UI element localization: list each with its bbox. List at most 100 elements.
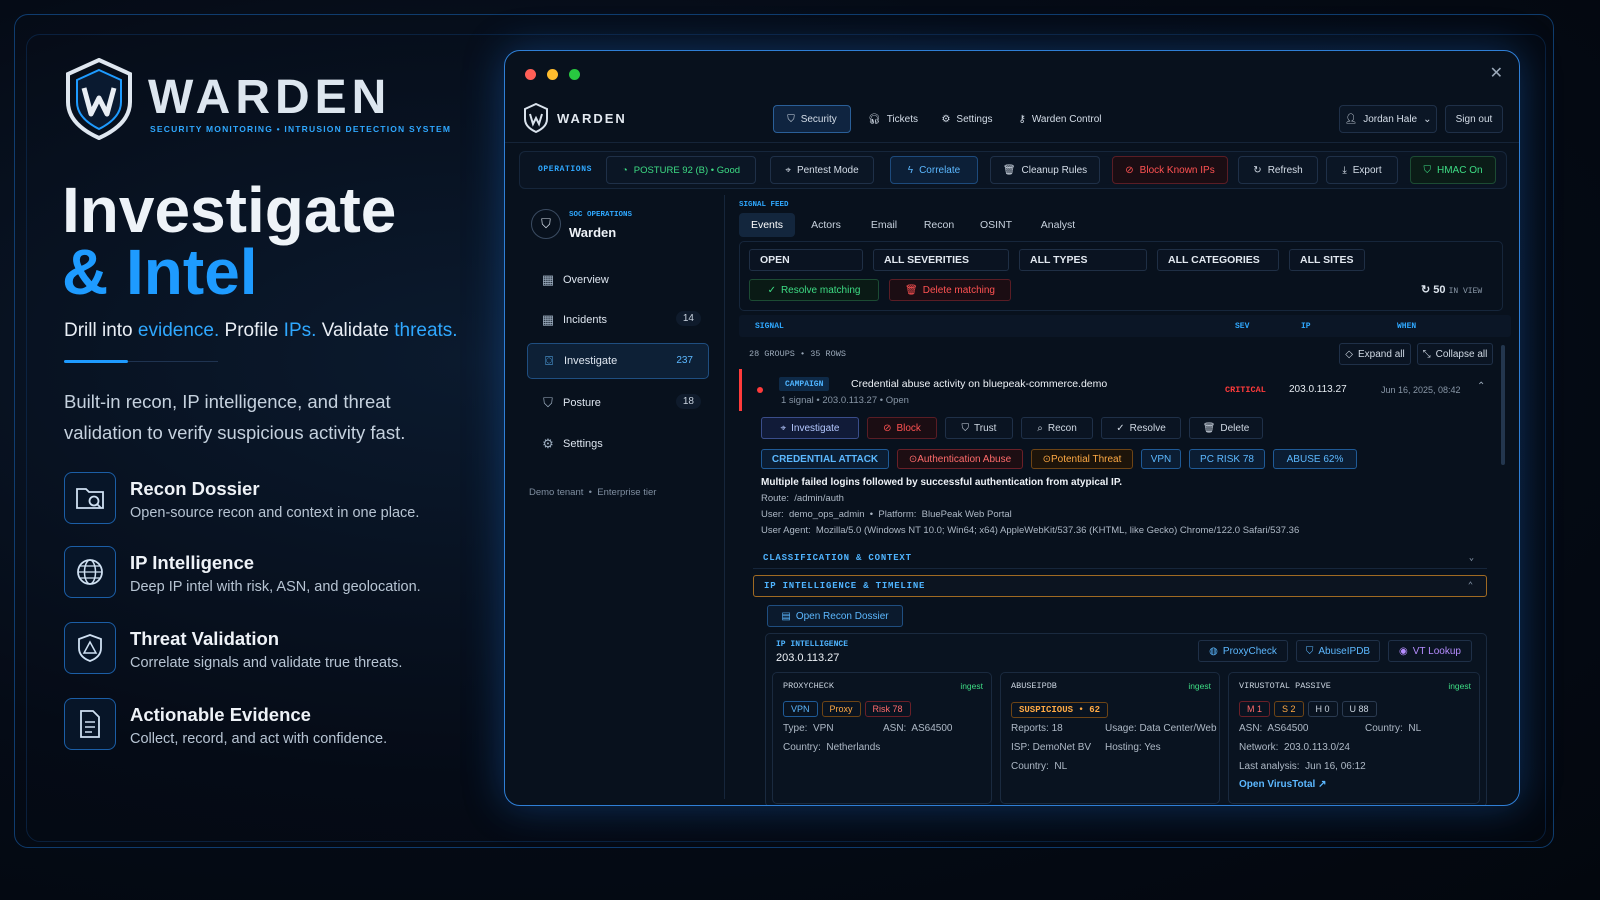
nav-tickets[interactable]: 🎧︎ Tickets (861, 105, 925, 133)
block-button[interactable]: ⊘ Block (867, 417, 937, 439)
open-virustotal-link[interactable]: Open VirusTotal ↗ (1239, 779, 1326, 790)
posture-status[interactable]: ◔ POSTURE 92 (B) • Good (606, 156, 756, 184)
sidebar-kicker: SOC OPERATIONS (569, 211, 633, 219)
correlate-button[interactable]: ϟ Correlate (890, 156, 978, 184)
tab-actors[interactable]: Actors (801, 213, 851, 237)
resolve-matching-button[interactable]: ✓ Resolve matching (749, 279, 879, 301)
severity-filter[interactable]: ALL SEVERITIES (873, 249, 1009, 271)
section-ip-intelligence-timeline[interactable]: IP INTELLIGENCE & TIMELINE ⌃ (753, 575, 1487, 597)
abuseipdb-link[interactable]: ⛉ AbuseIPDB (1296, 640, 1380, 662)
sidebar: ⛉ SOC OPERATIONS Warden ▦ Overview ▦ Incid… (519, 195, 725, 799)
feature-threat-validation: Threat Validation Correlate signals and … (64, 622, 484, 678)
nav-warden-control[interactable]: ⚷ Warden Control (1011, 105, 1109, 133)
abuseipdb-usage: Usage: Data Center/Web (1105, 723, 1217, 734)
tag-potential-threat: ⊙ Potential Threat (1031, 449, 1133, 469)
sidebar-item-overview[interactable]: ▦ Overview (527, 262, 709, 298)
refresh-button[interactable]: ↻ Refresh (1238, 156, 1318, 184)
scrollbar[interactable] (1501, 345, 1505, 465)
globe-icon: ◍ (1209, 645, 1218, 657)
hero-description: Built-in recon, IP intelligence, and thr… (64, 391, 406, 443)
virustotal-country: Country: NL (1365, 723, 1422, 734)
cleanup-rules-button[interactable]: 🗑︎ Cleanup Rules (990, 156, 1100, 184)
chip-undetected: U 88 (1341, 701, 1377, 717)
trust-button[interactable]: ⛉ Trust (945, 417, 1013, 439)
sidebar-shield-icon: ⛉ (531, 209, 561, 239)
virustotal-network: Network: 203.0.113.0/24 (1239, 742, 1350, 753)
type-filter[interactable]: ALL TYPES (1019, 249, 1147, 271)
abuseipdb-card: ABUSEIPDB ingest SUSPICIOUS • 62 Reports… (1000, 672, 1220, 804)
event-ip: 203.0.113.27 (1289, 384, 1347, 395)
delete-matching-button[interactable]: 🗑︎ Delete matching (889, 279, 1011, 301)
column-when: WHEN (1397, 322, 1417, 331)
vt-lookup-link[interactable]: ◉ VT Lookup (1388, 640, 1472, 662)
chevron-up-icon[interactable]: ⌃ (1477, 381, 1485, 392)
sidebar-item-posture[interactable]: ⛉ Posture 18 (527, 385, 709, 421)
virustotal-title: VIRUSTOTAL PASSIVE (1239, 681, 1331, 691)
feature-title: IP Intelligence (130, 552, 255, 573)
alert-circle-icon: ⊙ (908, 453, 918, 465)
tab-osint[interactable]: OSINT (971, 213, 1021, 237)
hero-divider (64, 360, 128, 363)
chevron-down-icon: ⌄ (1468, 552, 1475, 563)
hero-title-line1: Investigate (62, 174, 397, 246)
user-icon: 👤︎ (1344, 113, 1358, 125)
hmac-toggle[interactable]: ⛉ HMAC On (1410, 156, 1496, 184)
critical-indicator-bar (739, 369, 742, 411)
pentest-mode-button[interactable]: ⌖ Pentest Mode (770, 156, 874, 184)
expand-all-button[interactable]: ◇ Expand all (1339, 343, 1411, 365)
sidebar-item-settings[interactable]: ⚙ Settings (527, 426, 709, 462)
event-meta: 1 signal • 203.0.113.27 • Open (781, 395, 909, 406)
delete-button[interactable]: 🗑︎ Delete (1189, 417, 1263, 439)
investigate-button[interactable]: ⌖ Investigate (761, 417, 859, 439)
close-icon[interactable]: ✕ (1490, 63, 1503, 83)
proxycheck-chips: VPN Proxy Risk 78 (783, 699, 915, 717)
grid-icon: ▦ (541, 272, 555, 287)
recon-button[interactable]: ⌕ Recon (1021, 417, 1093, 439)
sidebar-title: Warden (569, 225, 617, 240)
key-icon: ⚷ (1018, 113, 1026, 125)
ip-intel-label: IP INTELLIGENCE (776, 640, 849, 649)
open-recon-dossier-button[interactable]: ▤ Open Recon Dossier (767, 605, 903, 627)
block-known-ips-button[interactable]: ⊘ Block Known IPs (1112, 156, 1228, 184)
category-filter[interactable]: ALL CATEGORIES (1157, 249, 1279, 271)
sidebar-item-incidents[interactable]: ▦ Incidents 14 (527, 302, 709, 338)
chip-proxy: Proxy (821, 701, 861, 717)
feature-desc: Correlate signals and validate true thre… (130, 655, 403, 671)
user-menu[interactable]: 👤︎ Jordan Hale ⌄ (1339, 105, 1437, 133)
collapse-all-button[interactable]: ⤡ Collapse all (1417, 343, 1493, 365)
sidebar-item-investigate[interactable]: ⌼ Investigate 237 (527, 343, 709, 379)
abuseipdb-reports: Reports: 18 (1011, 723, 1063, 734)
proxycheck-asn: ASN: AS64500 (883, 723, 953, 734)
collapse-icon: ⤡ (1422, 348, 1431, 360)
resolve-button[interactable]: ✓ Resolve (1101, 417, 1181, 439)
operations-label: OPERATIONS (538, 165, 593, 174)
block-icon: ⊘ (1125, 164, 1134, 176)
section-classification-context[interactable]: CLASSIFICATION & CONTEXT ⌄ (753, 547, 1487, 569)
site-filter[interactable]: ALL SITES (1289, 249, 1365, 271)
window-maximize-dot[interactable] (569, 69, 580, 80)
status-filter[interactable]: OPEN (749, 249, 863, 271)
export-button[interactable]: ⤓ Export (1326, 156, 1398, 184)
window-close-dot[interactable] (525, 69, 536, 80)
event-route: Route: /admin/auth (761, 493, 844, 504)
eye-icon: ◉ (1399, 645, 1408, 657)
tab-email[interactable]: Email (861, 213, 907, 237)
tab-analyst[interactable]: Analyst (1029, 213, 1087, 237)
nav-security[interactable]: ⛉ Security (773, 105, 851, 133)
trash-icon: 🗑︎ (1202, 422, 1216, 434)
proxycheck-link[interactable]: ◍ ProxyCheck (1198, 640, 1288, 662)
nav-settings[interactable]: ⚙ Settings (933, 105, 1001, 133)
event-title[interactable]: Credential abuse activity on bluepeak-co… (851, 378, 1107, 390)
sign-out-button[interactable]: Sign out (1445, 105, 1503, 133)
brand-tagline: SECURITY MONITORING • INTRUSION DETECTIO… (150, 124, 452, 134)
abuseipdb-ingest: ingest (1188, 681, 1211, 691)
tab-events[interactable]: Events (739, 213, 795, 237)
ip-intel-address: 203.0.113.27 (776, 652, 840, 664)
virustotal-last-analysis: Last analysis: Jun 16, 06:12 (1239, 761, 1366, 772)
window-minimize-dot[interactable] (547, 69, 558, 80)
tab-recon[interactable]: Recon (915, 213, 963, 237)
feature-title: Actionable Evidence (130, 704, 311, 725)
tag-authentication-abuse: ⊙ Authentication Abuse (897, 449, 1023, 469)
proxycheck-ingest: ingest (960, 681, 983, 691)
warning-icon: ⊙ (1042, 453, 1051, 465)
